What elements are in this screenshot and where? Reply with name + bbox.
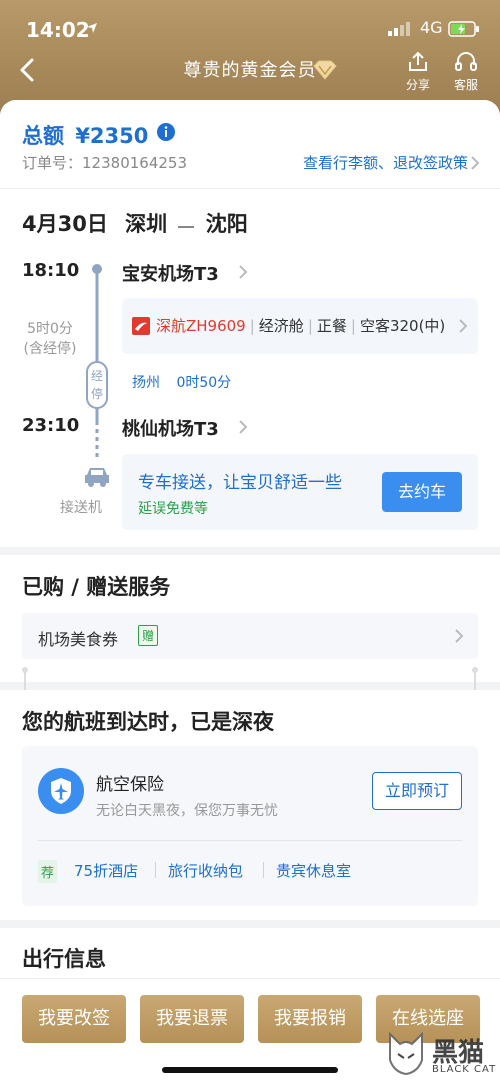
customer-service-button[interactable]: 客服: [446, 50, 486, 93]
order-number: 订单号：12380164253: [22, 154, 187, 172]
share-label: 分享: [405, 78, 430, 92]
stopover-badge: 经停: [86, 361, 108, 409]
gift-badge: 赠: [138, 625, 159, 646]
link-hotel-discount[interactable]: 75折酒店: [74, 860, 138, 881]
signal-icon: [388, 22, 410, 36]
car-transfer-box: 专车接送，让宝贝舒适一些 延误免费等 去约车: [122, 454, 478, 530]
total-amount: 总额 ¥2350: [22, 124, 149, 148]
book-car-button[interactable]: 去约车: [382, 472, 462, 512]
share-icon: [409, 51, 427, 71]
transfer-title: 专车接送，让宝贝舒适一些: [138, 473, 342, 493]
headset-icon: [455, 52, 477, 71]
baggage-policy-link[interactable]: 查看行李额、退改签政策: [303, 152, 468, 173]
watermark-subtext: BLACK CAT: [432, 1064, 497, 1075]
depart-time: 18:10: [22, 260, 80, 281]
network-label: 4G: [420, 18, 443, 37]
chevron-right-icon: [455, 629, 464, 643]
insurance-card: 航空保险 无论白天黑夜，保您万事无忧 立即预订 荐 75折酒店 旅行收纳包 贵宾…: [22, 746, 478, 906]
stopover-info: 扬州 0时50分: [132, 375, 232, 391]
arrive-airport[interactable]: 桃仙机场T3: [122, 415, 219, 441]
late-night-card: 您的航班到达时，已是深夜 航空保险 无论白天黑夜，保您万事无忧 立即预订 荐 7…: [0, 690, 500, 920]
gold-diamond-icon: [313, 60, 337, 80]
nav-title: 尊贵的黄金会员: [183, 60, 317, 81]
book-insurance-button[interactable]: 立即预订: [372, 772, 462, 810]
chevron-right-icon: [239, 265, 248, 279]
status-bar: 14:02 4G: [0, 0, 500, 50]
battery-icon: [448, 21, 479, 37]
insurance-subtitle: 无论白天黑夜，保您万事无忧: [96, 803, 278, 819]
share-button[interactable]: 分享: [398, 50, 438, 93]
location-arrow-icon: [87, 23, 97, 33]
route-arrow-icon: [178, 226, 195, 228]
black-cat-watermark: 黑猫 BLACK CAT: [384, 1028, 500, 1080]
route-header: 4月30日 深圳 沈阳: [22, 212, 248, 236]
travel-info-title: 出行信息: [22, 947, 106, 971]
service-label: 客服: [453, 78, 478, 92]
summary-card: 总额 ¥2350 订单号：12380164253 查看行李额、退改签政策: [0, 100, 500, 188]
service-item-food-voucher[interactable]: 机场美食券 赠: [22, 613, 478, 659]
plane-shield-icon: [38, 768, 84, 814]
services-card: 已购 / 赠送服务 机场美食券 赠: [0, 555, 500, 682]
chevron-right-icon: [471, 156, 480, 170]
change-ticket-button[interactable]: 我要改签: [22, 995, 126, 1043]
services-title: 已购 / 赠送服务: [22, 575, 171, 599]
insurance-title: 航空保险: [96, 775, 164, 795]
flight-duration: 5时0分 (含经停): [23, 321, 77, 357]
flight-details: 深航ZH9609 | 经济舱 | 正餐 | 空客320(中): [156, 317, 446, 335]
car-icon: [85, 468, 109, 487]
home-indicator[interactable]: [162, 1067, 338, 1073]
pickup-label: 接送机: [60, 500, 102, 516]
recommend-badge: 荐: [38, 860, 58, 883]
link-travel-bag[interactable]: 旅行收纳包: [168, 860, 243, 881]
link-vip-lounge[interactable]: 贵宾休息室: [276, 860, 351, 881]
cat-logo-icon: [389, 1031, 423, 1076]
reimburse-button[interactable]: 我要报销: [258, 995, 362, 1043]
airline-logo-icon: [132, 317, 150, 335]
refund-button[interactable]: 我要退票: [140, 995, 244, 1043]
depart-airport[interactable]: 宝安机场T3: [122, 260, 219, 286]
flight-info-box[interactable]: 深航ZH9609 | 经济舱 | 正餐 | 空客320(中): [122, 298, 478, 354]
chevron-right-icon: [459, 319, 468, 333]
chevron-right-icon: [239, 420, 248, 434]
itinerary-card: 4月30日 深圳 沈阳 18:10 宝安机场T3 经停 5时0分 (含经停) 深…: [0, 189, 500, 547]
late-night-title: 您的航班到达时，已是深夜: [22, 710, 274, 734]
transfer-subtitle: 延误免费等: [138, 501, 208, 517]
info-icon[interactable]: [156, 122, 176, 142]
arrive-time: 23:10: [22, 415, 80, 436]
order-detail-sheet: 总额 ¥2350 订单号：12380164253 查看行李额、退改签政策 4月3…: [0, 100, 500, 1082]
status-time: 14:02: [26, 18, 90, 42]
